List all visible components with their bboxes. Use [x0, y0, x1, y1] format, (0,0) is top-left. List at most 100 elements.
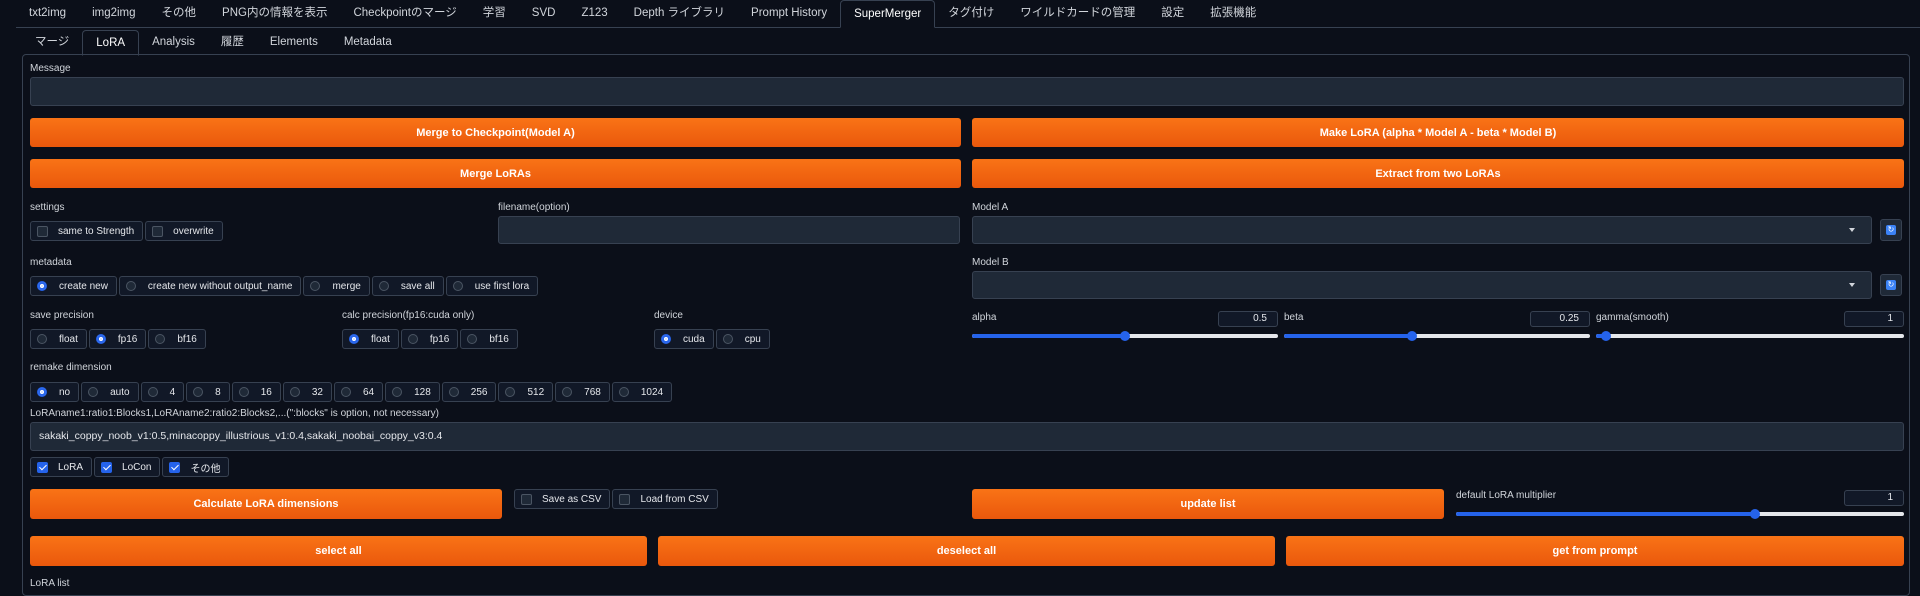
option-label: 768	[584, 386, 601, 398]
gamma-slider[interactable]	[1596, 331, 1904, 341]
tab-prompt-history[interactable]: Prompt History	[738, 0, 840, 26]
default-multiplier-slider[interactable]	[1456, 509, 1904, 519]
refresh-icon: ↻	[1886, 225, 1896, 235]
subtab-merge[interactable]: マージ	[22, 30, 82, 54]
checkbox-icon	[37, 225, 48, 237]
save-as-csv-checkbox[interactable]: Save as CSV	[514, 489, 611, 509]
beta-number-input[interactable]: 0.25	[1530, 311, 1590, 327]
tab-tagging[interactable]: タグ付け	[935, 0, 1007, 26]
slider-thumb[interactable]	[1406, 331, 1417, 341]
top-tab-bar: txt2img img2img その他 PNG内の情報を表示 Checkpoin…	[16, 0, 1920, 28]
tab-settings[interactable]: 設定	[1148, 0, 1197, 26]
slider-thumb[interactable]	[1120, 331, 1130, 341]
slider-thumb[interactable]	[1749, 509, 1760, 519]
lora-type-other-checkbox[interactable]: その他	[162, 457, 230, 477]
load-from-csv-checkbox[interactable]: Load from CSV	[612, 489, 718, 509]
beta-slider[interactable]	[1284, 331, 1590, 341]
default-multiplier-number-input[interactable]: 1	[1844, 490, 1904, 506]
make-lora-button[interactable]: Make LoRA (alpha * Model A - beta * Mode…	[972, 118, 1904, 147]
metadata-create-new-without-output-name-radio[interactable]: create new without output_name	[118, 276, 302, 296]
metadata-create-new-radio[interactable]: create new	[30, 276, 117, 296]
device-cuda-radio[interactable]: cuda	[654, 329, 714, 349]
beta-label: beta	[1284, 312, 1304, 323]
merge-to-checkpoint-button[interactable]: Merge to Checkpoint(Model A)	[30, 118, 961, 147]
update-list-button[interactable]: update list	[972, 489, 1444, 519]
subtab-elements[interactable]: Elements	[257, 30, 331, 54]
csv-checkbox-group: Save as CSV Load from CSV	[514, 489, 720, 509]
tab-png-info[interactable]: PNG内の情報を表示	[209, 0, 340, 26]
dim-128-radio[interactable]: 128	[385, 382, 440, 402]
tab-svd[interactable]: SVD	[519, 0, 569, 26]
save-precision-fp16-radio[interactable]: fp16	[88, 329, 147, 349]
dim-768-radio[interactable]: 768	[555, 382, 610, 402]
same-to-strength-checkbox[interactable]: same to Strength	[30, 221, 144, 241]
radio-icon	[340, 387, 351, 397]
dim-no-radio[interactable]: no	[30, 382, 80, 402]
dim-32-radio[interactable]: 32	[282, 382, 332, 402]
tab-extras[interactable]: その他	[149, 0, 210, 26]
subtab-metadata[interactable]: Metadata	[331, 30, 405, 54]
subtab-history[interactable]: 履歴	[208, 30, 257, 54]
radio-icon	[37, 387, 47, 397]
tab-txt2img[interactable]: txt2img	[16, 0, 79, 26]
checkbox-icon	[521, 493, 532, 505]
dim-16-radio[interactable]: 16	[231, 382, 281, 402]
subtab-analysis[interactable]: Analysis	[139, 30, 208, 54]
tab-supermerger[interactable]: SuperMerger	[840, 0, 936, 28]
save-precision-bf16-radio[interactable]: bf16	[148, 329, 206, 349]
dim-4-radio[interactable]: 4	[140, 382, 185, 402]
model-a-refresh-button[interactable]: ↻	[1880, 219, 1902, 241]
radio-icon	[289, 387, 300, 397]
tab-train[interactable]: 学習	[470, 0, 519, 26]
save-precision-radio-group: float fp16 bf16	[30, 329, 208, 349]
merge-loras-button[interactable]: Merge LoRAs	[30, 159, 961, 188]
option-label: same to Strength	[58, 225, 135, 237]
lora-list-label: LoRA list	[30, 578, 70, 589]
option-label: float	[59, 333, 78, 345]
option-label: LoRA	[58, 461, 84, 473]
checkbox-icon	[169, 461, 181, 473]
dim-256-radio[interactable]: 256	[441, 382, 497, 402]
alpha-number-input[interactable]: 0.5	[1218, 311, 1278, 327]
metadata-use-first-lora-radio[interactable]: use first lora	[445, 276, 539, 296]
model-b-refresh-button[interactable]: ↻	[1880, 274, 1902, 296]
get-from-prompt-button[interactable]: get from prompt	[1286, 536, 1904, 566]
model-a-dropdown[interactable]	[972, 216, 1872, 244]
gamma-number-input[interactable]: 1	[1844, 311, 1904, 327]
overwrite-checkbox[interactable]: overwrite	[145, 221, 223, 241]
settings-label: settings	[30, 202, 65, 213]
metadata-label: metadata	[30, 257, 72, 268]
message-box[interactable]	[30, 77, 1904, 106]
select-all-button[interactable]: select all	[30, 536, 647, 566]
calc-precision-bf16-radio[interactable]: bf16	[460, 329, 518, 349]
lora-input-textarea[interactable]: sakaki_coppy_noob_v1:0.5,minacoppy_illus…	[30, 422, 1904, 451]
dim-1024-radio[interactable]: 1024	[611, 382, 673, 402]
calc-precision-float-radio[interactable]: float	[342, 329, 399, 349]
dim-8-radio[interactable]: 8	[186, 382, 230, 402]
metadata-merge-radio[interactable]: merge	[303, 276, 370, 296]
model-b-dropdown[interactable]	[972, 271, 1872, 299]
tab-extensions[interactable]: 拡張機能	[1197, 0, 1269, 26]
deselect-all-button[interactable]: deselect all	[658, 536, 1275, 566]
tab-depth-library[interactable]: Depth ライブラリ	[621, 0, 738, 26]
device-cpu-radio[interactable]: cpu	[715, 329, 770, 349]
lora-type-lora-checkbox[interactable]: LoRA	[30, 457, 93, 477]
radio-icon	[392, 387, 403, 397]
subtab-lora[interactable]: LoRA	[82, 30, 140, 56]
tab-checkpoint-merger[interactable]: Checkpointのマージ	[340, 0, 469, 26]
extract-loras-button[interactable]: Extract from two LoRAs	[972, 159, 1904, 188]
save-precision-float-radio[interactable]: float	[30, 329, 87, 349]
filename-input[interactable]	[498, 216, 960, 244]
dim-64-radio[interactable]: 64	[333, 382, 384, 402]
tab-wildcards[interactable]: ワイルドカードの管理	[1007, 0, 1148, 26]
alpha-slider[interactable]	[972, 331, 1278, 341]
metadata-save-all-radio[interactable]: save all	[371, 276, 444, 296]
gamma-label: gamma(smooth)	[1596, 312, 1669, 323]
lora-type-locon-checkbox[interactable]: LoCon	[94, 457, 161, 477]
tab-z123[interactable]: Z123	[568, 0, 620, 26]
calc-precision-fp16-radio[interactable]: fp16	[400, 329, 459, 349]
dim-auto-radio[interactable]: auto	[81, 382, 139, 402]
calculate-lora-dimensions-button[interactable]: Calculate LoRA dimensions	[30, 489, 502, 519]
tab-img2img[interactable]: img2img	[79, 0, 148, 26]
dim-512-radio[interactable]: 512	[498, 382, 554, 402]
